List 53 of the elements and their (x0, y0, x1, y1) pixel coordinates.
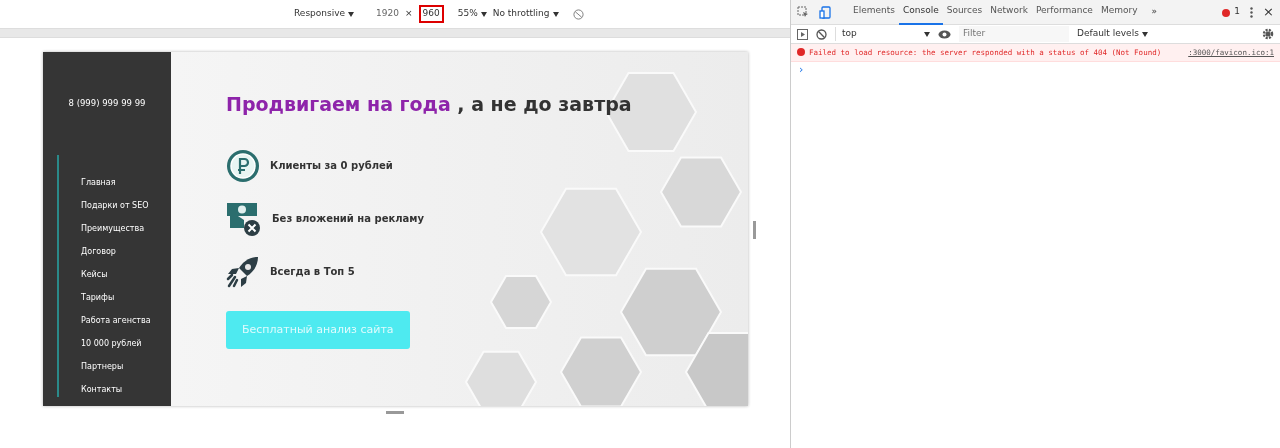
nav-link[interactable]: Работа агенства (81, 312, 171, 328)
devtools-tab[interactable]: Network (986, 0, 1032, 25)
caret-icon (552, 11, 559, 17)
phone-number: 8 (999) 999 99 99 (67, 97, 147, 110)
headline: Продвигаем на года , а не до завтра (226, 92, 633, 117)
device-dropdown[interactable]: Responsive (294, 7, 346, 21)
eye-icon[interactable] (938, 29, 951, 39)
nav-link[interactable]: Договор (81, 243, 171, 259)
levels-dropdown[interactable]: Default levels (1077, 27, 1139, 41)
devtools-tab[interactable]: Performance (1031, 0, 1097, 25)
nav-link[interactable]: Тарифы (81, 289, 171, 305)
resize-handle[interactable] (386, 411, 404, 414)
width-field[interactable]: 1920 (376, 7, 399, 21)
throttling-dropdown[interactable]: No throttling (492, 7, 550, 21)
nav-link[interactable]: Главная (81, 174, 171, 190)
caret-icon (348, 11, 355, 17)
nav-link[interactable]: 10 000 рублей (81, 335, 171, 351)
devtools-tab[interactable]: Sources (942, 0, 987, 25)
coin-icon (226, 148, 260, 183)
clear-console-icon[interactable] (816, 28, 827, 40)
filter-field[interactable]: Filter (959, 26, 1069, 42)
nav-link[interactable]: Кейсы (81, 266, 171, 282)
nav-link[interactable]: Партнеры (81, 358, 171, 374)
sidebar-toggle-icon[interactable] (797, 28, 808, 40)
resize-handle[interactable] (753, 221, 756, 239)
caret-icon (1141, 31, 1148, 37)
device-toggle-icon[interactable] (819, 5, 831, 19)
close-button[interactable]: × (1263, 2, 1274, 22)
more-tabs-button[interactable]: » (1151, 5, 1158, 19)
feature-text: Всегда в Топ 5 (270, 265, 355, 279)
feature-text: Клиенты за 0 рублей (270, 159, 393, 173)
rocket-icon (226, 254, 260, 289)
times-sign: × (404, 7, 413, 21)
caret-icon (924, 31, 930, 37)
more-options-icon[interactable] (1250, 6, 1254, 18)
nav-link[interactable]: Подарки от SEO (81, 197, 171, 213)
error-icon (797, 48, 805, 56)
error-counter[interactable]: 1 (1222, 5, 1241, 19)
nav-link[interactable]: Контакты (81, 381, 171, 397)
devtools-tab[interactable]: Elements (849, 0, 899, 25)
devtools-tab[interactable]: Console (898, 0, 943, 25)
devtools-tab[interactable]: Memory (1096, 0, 1142, 25)
rotate-icon[interactable] (572, 8, 584, 20)
settings-icon[interactable] (1262, 28, 1274, 40)
inspect-icon[interactable] (797, 6, 809, 18)
context-dropdown[interactable]: top (835, 27, 930, 41)
money-hand-icon (226, 200, 262, 237)
caret-icon (480, 11, 487, 17)
feature-text: Без вложений на рекламу (272, 212, 424, 226)
console-prompt[interactable]: › (791, 62, 1280, 79)
height-field[interactable]: 960 (418, 5, 444, 23)
nav-link[interactable]: Преимущества (81, 220, 171, 236)
zoom-dropdown[interactable]: 55% (457, 7, 478, 21)
